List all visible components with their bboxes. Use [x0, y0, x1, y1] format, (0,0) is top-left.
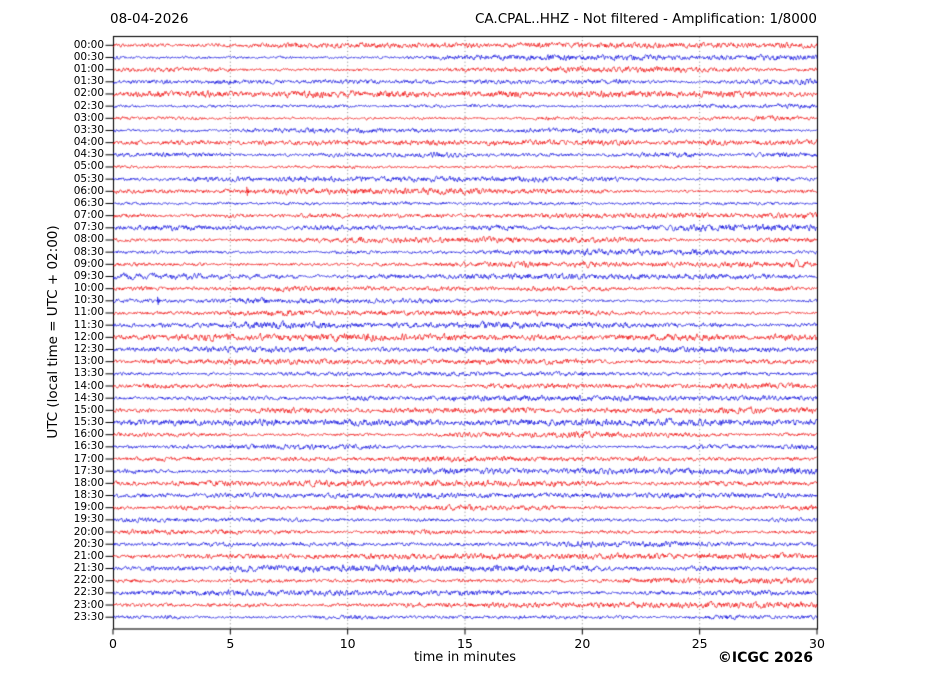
trace-time-label: 07:00: [73, 209, 104, 222]
trace-time-label: 17:30: [73, 464, 104, 477]
trace-time-label: 15:30: [73, 416, 104, 428]
trace-time-label: 01:30: [73, 75, 104, 88]
trace-time-label: 13:30: [73, 367, 104, 380]
trace-time-label: 04:30: [73, 148, 104, 161]
trace-time-label: 11:30: [73, 318, 104, 331]
trace-time-label: 01:00: [73, 63, 104, 76]
x-axis-title: time in minutes: [413, 650, 517, 665]
x-tick-label: 25: [691, 636, 708, 651]
trace-time-label: 12:00: [73, 330, 104, 343]
trace-time-label: 23:00: [73, 598, 104, 611]
trace-time-label: 05:30: [73, 172, 104, 185]
trace-time-label: 04:00: [73, 136, 104, 149]
trace-time-label: 23:30: [73, 610, 104, 623]
trace-time-label: 20:00: [73, 525, 104, 538]
x-tick-label: 15: [457, 636, 473, 651]
trace-time-label: 02:30: [73, 99, 104, 112]
trace-time-label: 06:00: [73, 184, 104, 197]
trace-time-label: 21:00: [73, 549, 104, 562]
x-tick-label: 5: [226, 636, 235, 651]
trace-time-label: 13:00: [73, 355, 104, 368]
trace-time-label: 17:00: [73, 452, 104, 465]
seismogram-plot-canvas: [0, 0, 927, 696]
x-tick-label: 10: [339, 636, 356, 651]
trace-time-label: 21:30: [73, 562, 104, 575]
trace-time-label: 08:00: [73, 233, 104, 246]
trace-time-label: 22:30: [73, 586, 104, 599]
trace-time-label: 07:30: [73, 221, 104, 234]
trace-time-label: 09:30: [73, 269, 104, 282]
trace-time-label: 18:30: [73, 489, 104, 502]
trace-time-label: 12:30: [73, 343, 104, 355]
copyright-label: ©ICGC 2026: [717, 650, 813, 666]
trace-time-label: 00:00: [73, 38, 104, 51]
trace-time-label: 05:00: [73, 160, 104, 173]
trace-time-label: 20:30: [73, 537, 104, 550]
trace-time-label: 06:30: [73, 196, 104, 209]
seismogram-page: 08-04-2026 CA.CPAL..HHZ - Not filtered -…: [0, 0, 927, 696]
trace-time-label: 18:00: [73, 476, 104, 489]
trace-time-label: 10:00: [73, 282, 104, 295]
trace-time-label: 14:00: [73, 379, 104, 392]
trace-time-label: 11:00: [73, 306, 104, 319]
x-tick-label: 30: [809, 636, 825, 651]
trace-time-label: 03:00: [73, 111, 104, 124]
trace-time-label: 00:30: [73, 50, 104, 63]
trace-time-label: 15:00: [73, 403, 104, 416]
trace-time-label: 02:00: [73, 87, 104, 100]
plot-title: CA.CPAL..HHZ - Not filtered - Amplificat…: [475, 11, 817, 27]
trace-time-label: 19:00: [73, 501, 104, 514]
trace-time-label: 19:30: [73, 513, 104, 526]
trace-time-label: 09:00: [73, 257, 104, 270]
trace-time-label: 16:00: [73, 428, 104, 441]
trace-time-label: 08:30: [73, 245, 104, 258]
x-tick-label: 20: [574, 636, 591, 651]
trace-time-label: 14:30: [73, 391, 104, 404]
trace-time-label: 22:00: [73, 574, 104, 587]
trace-time-label: 10:30: [73, 294, 104, 307]
trace-time-label: 03:30: [73, 123, 104, 136]
x-tick-label: 0: [109, 636, 117, 651]
trace-time-label: 16:30: [73, 440, 104, 453]
date-label: 08-04-2026: [110, 11, 189, 27]
